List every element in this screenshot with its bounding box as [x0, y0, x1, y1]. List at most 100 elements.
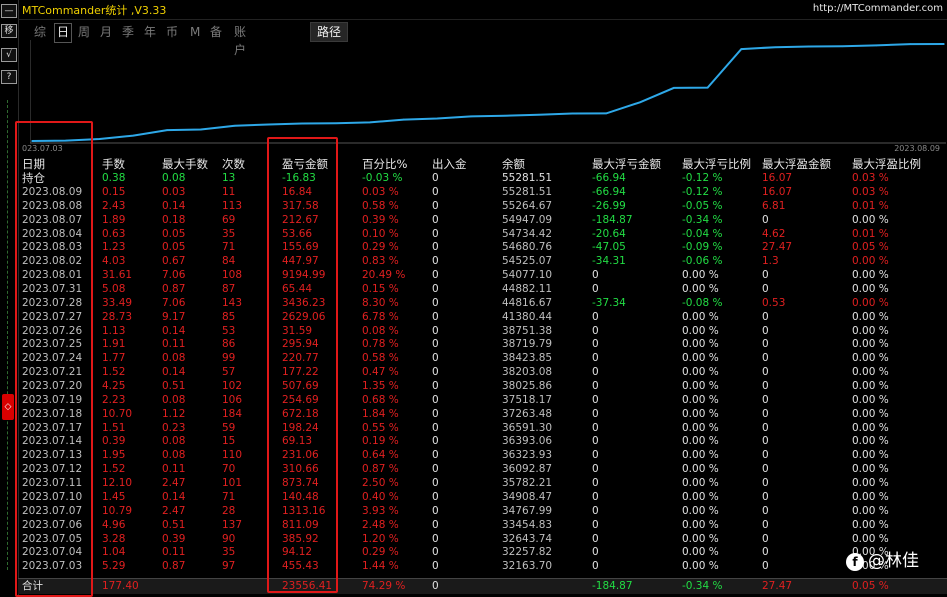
table-row: 2023.07.06 4.96 0.51 137 811.09 2.48 % 0 33454.… — [18, 519, 947, 532]
cell-pct: 0.29 % — [362, 241, 399, 254]
stats-panel: MTCommander统计 ,V3.33 http://MTCommander.… — [15, 0, 947, 597]
cell-max-lots: 0.08 — [162, 435, 186, 448]
cell-deposit: 0 — [432, 213, 439, 226]
cell-lots: 10.70 — [102, 407, 133, 420]
tab-account[interactable]: 账户 — [234, 23, 246, 57]
cell-lots: 5.29 — [102, 560, 126, 573]
balance-chart: 023.07.03 2023.08.09 — [22, 40, 946, 155]
cell-max-profit-pct: 0.00 % — [852, 421, 889, 434]
table-row: 2023.07.14 0.39 0.08 15 69.13 0.19 % 0 36393.06… — [18, 435, 947, 448]
cell-pct: 0.39 % — [362, 213, 399, 226]
cell-max-lots: 0.11 — [162, 546, 186, 559]
diamond-icon[interactable]: ◇ — [2, 394, 14, 420]
cell-max-loss: 0 — [592, 366, 599, 379]
cell-max-loss-pct: 0.00 % — [682, 532, 719, 545]
cell-lots: 5.08 — [102, 283, 126, 296]
cell-max-profit: 0 — [762, 338, 769, 351]
balance-point — [639, 101, 641, 104]
tab-week[interactable]: 周 — [78, 23, 90, 41]
table-row: 2023.08.07 1.89 0.18 69 212.67 0.39 % 0 54947.0… — [18, 214, 947, 227]
tab-month[interactable]: 月 — [100, 23, 112, 41]
cell-max-profit-pct: 0.00 % — [852, 338, 889, 351]
cell-pct: 1.35 % — [362, 380, 399, 393]
cell-balance: 32257.82 — [502, 546, 553, 559]
cell-pct: 0.83 % — [362, 255, 399, 268]
cell-max-profit: 0 — [762, 504, 769, 517]
total-row: 合计 177.40 23556.41 74.29 % 0 -184.87 -0.… — [18, 578, 947, 594]
table-row: 2023.07.31 5.08 0.87 87 65.44 0.15 % 0 44882.11… — [18, 283, 947, 296]
cell-max-lots: 0.39 — [162, 532, 186, 545]
cell-max-profit-pct: 0.00 % — [852, 255, 889, 268]
cell-count: 113 — [222, 199, 243, 212]
cell-max-loss: 0 — [592, 269, 599, 282]
header-balance: 余额 — [502, 157, 525, 171]
cell-pct: 0.58 % — [362, 352, 399, 365]
watermark-logo-icon: f — [846, 553, 864, 571]
tab-summary[interactable]: 综 — [34, 23, 46, 41]
cell-deposit: 0 — [432, 338, 439, 351]
cell-count: 71 — [222, 490, 236, 503]
header-max-loss-pct: 最大浮亏比例 — [682, 157, 751, 171]
balance-chart-svg — [30, 40, 946, 144]
tab-currency[interactable]: 币 — [166, 23, 178, 41]
cell-lots: 31.61 — [102, 269, 133, 282]
cell-lots: 2.23 — [102, 393, 126, 406]
cell-lots: 1.51 — [102, 421, 126, 434]
cell-max-profit-pct: 0.05 % — [852, 241, 889, 254]
cell-max-lots: 0.08 — [162, 449, 186, 462]
header-deposit: 出入金 — [432, 157, 467, 171]
cell-lots: 1.23 — [102, 241, 126, 254]
cell-max-loss-pct: -0.06 % — [682, 255, 723, 268]
cell-max-loss-pct: 0.00 % — [682, 490, 719, 503]
cell-max-profit-pct: 0.00 % — [852, 352, 889, 365]
holding-deposit: 0 — [432, 172, 439, 184]
path-button[interactable]: 路径 — [310, 22, 349, 42]
tab-quarter[interactable]: 季 — [122, 23, 134, 41]
tab-backup[interactable]: 备 — [210, 23, 222, 41]
balance-point — [267, 123, 270, 126]
cell-max-lots: 0.14 — [162, 490, 186, 503]
cell-balance: 36393.06 — [502, 435, 553, 448]
cell-pct: 1.84 % — [362, 407, 399, 420]
table-row: 2023.07.12 1.52 0.11 70 310.66 0.87 % 0 36092.8… — [18, 463, 947, 476]
help-button[interactable]: ? — [1, 70, 17, 84]
cell-max-lots: 0.03 — [162, 186, 186, 198]
cell-lots: 1.95 — [102, 449, 126, 462]
cell-lots: 12.10 — [102, 477, 133, 490]
minimize-button[interactable]: — — [1, 4, 17, 18]
cell-pct: 1.20 % — [362, 532, 399, 545]
cell-max-profit-pct: 0.01 % — [852, 227, 889, 240]
cell-max-loss: -34.31 — [592, 255, 626, 268]
cell-max-loss-pct: 0.00 % — [682, 407, 719, 420]
cell-pct: 20.49 % — [362, 269, 406, 282]
cell-max-loss-pct: 0.00 % — [682, 283, 719, 296]
balance-point — [808, 45, 810, 48]
cell-lots: 2.43 — [102, 199, 126, 212]
cell-count: 106 — [222, 393, 243, 406]
holding-pct: -0.03 % — [362, 172, 403, 184]
header-max-loss: 最大浮亏金额 — [592, 157, 661, 171]
cell-pct: 0.03 % — [362, 186, 399, 198]
tab-m[interactable]: M — [190, 23, 200, 41]
cell-lots: 1.04 — [102, 546, 126, 559]
cell-max-loss: -47.05 — [592, 241, 626, 254]
cell-deposit: 0 — [432, 407, 439, 420]
cell-max-lots: 0.87 — [162, 283, 186, 296]
cell-max-profit: 0 — [762, 477, 769, 490]
tab-year[interactable]: 年 — [144, 23, 156, 41]
website-link[interactable]: http://MTCommander.com — [813, 3, 943, 14]
cell-max-loss-pct: 0.00 % — [682, 560, 719, 573]
cell-max-lots: 1.12 — [162, 407, 186, 420]
move-button[interactable]: 移 — [1, 24, 17, 38]
check-button[interactable]: √ — [1, 48, 17, 62]
cell-max-profit-pct: 0.00 % — [852, 532, 889, 545]
cell-lots: 33.49 — [102, 296, 133, 309]
cell-max-profit-pct: 0.03 % — [852, 186, 889, 198]
cell-max-loss-pct: 0.00 % — [682, 393, 719, 406]
cell-lots: 1.77 — [102, 352, 126, 365]
cell-lots: 3.28 — [102, 532, 126, 545]
cell-balance: 44882.11 — [502, 283, 553, 296]
cell-max-profit: 0 — [762, 546, 769, 559]
total-max-profit-pct: 0.05 % — [852, 580, 889, 592]
cell-max-lots: 0.87 — [162, 560, 186, 573]
